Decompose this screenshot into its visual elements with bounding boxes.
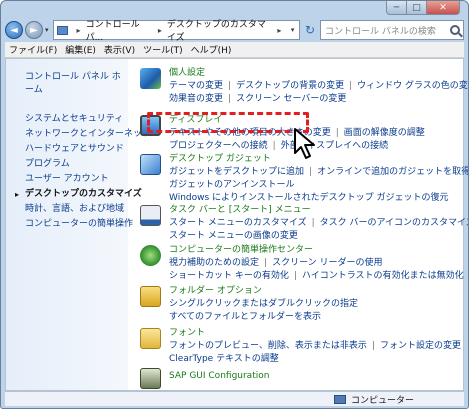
breadcrumb-separator[interactable]: ▸ xyxy=(158,26,162,35)
menu-tools[interactable]: ツール(T) xyxy=(139,43,187,56)
category-links: ClearType テキストの調整 xyxy=(169,351,279,364)
category-links: ショートカット キーの有効化 | ハイコントラストの有効化または無効化 xyxy=(169,271,464,281)
sidebar-item-hardware[interactable]: ハードウェアとサウンド xyxy=(6,142,128,157)
search-placeholder: コントロール パネルの検索 xyxy=(325,26,436,37)
category-links: シングルクリックまたはダブルクリックの指定 xyxy=(169,296,358,309)
link[interactable]: デスクトップの背景の変更 xyxy=(236,81,344,91)
category-title[interactable]: デスクトップ ガジェット xyxy=(169,151,271,164)
category-links: スタート メニューの画像の変更 xyxy=(169,228,298,241)
sidebar: コントロール パネル ホーム システムとセキュリティ ネットワークとインターネッ… xyxy=(6,59,151,390)
sidebar-home-link[interactable]: コントロール パネル ホーム xyxy=(6,69,128,95)
close-button[interactable]: ✕ xyxy=(426,1,460,15)
window-controls: ─ □ ✕ xyxy=(386,1,460,15)
link[interactable]: すべてのファイルとフォルダーを表示 xyxy=(169,312,321,322)
category-links: プロジェクターへの接続 | 外部ディスプレイへの接続 xyxy=(169,141,389,151)
menu-edit[interactable]: 編集(E) xyxy=(61,43,100,56)
link[interactable]: シングルクリックまたはダブルクリックの指定 xyxy=(169,299,358,309)
sap-gui-icon[interactable] xyxy=(140,368,161,389)
category-links: テーマの変更 | デスクトップの背景の変更 | ウィンドウ グラスの色の変更 xyxy=(169,78,468,91)
category-links: ガジェットのアンインストール xyxy=(169,177,294,190)
address-row: ◄ ► ▾ ▸ コントロール パ... ▸ デスクトップのカスタマイズ ▸ ▾ … xyxy=(5,17,464,43)
category-title[interactable]: タスク バーと [スタート] メニュー xyxy=(169,202,311,215)
category-links: 効果音の変更 | スクリーン セーバーの変更 xyxy=(169,94,347,104)
address-bar[interactable]: ▸ コントロール パ... ▸ デスクトップのカスタマイズ ▸ ▾ xyxy=(52,17,300,43)
category-folder-options: フォルダー オプション シングルクリックまたはダブルクリックの指定 すべてのファ… xyxy=(134,283,464,323)
mouse-pointer-icon xyxy=(294,128,315,159)
status-bar: コンピューター xyxy=(5,391,464,406)
link[interactable]: ハイコントラストの有効化または無効化 xyxy=(302,271,464,281)
personalization-icon[interactable] xyxy=(140,68,161,89)
menu-help[interactable]: ヘルプ(H) xyxy=(187,43,236,56)
sidebar-item-appearance: デスクトップのカスタマイズ xyxy=(6,187,142,202)
status-computer-label: コンピューター xyxy=(350,395,414,406)
breadcrumb-control-panel[interactable]: コントロール パ... xyxy=(86,17,153,43)
sidebar-item-network[interactable]: ネットワークとインターネット xyxy=(6,127,151,142)
search-input[interactable]: コントロール パネルの検索 xyxy=(320,20,464,40)
back-button[interactable]: ◄ xyxy=(5,21,23,39)
link[interactable]: ClearType テキストの調整 xyxy=(169,354,279,364)
link[interactable]: フォントのプレビュー、削除、表示または非表示 xyxy=(169,341,367,351)
link[interactable]: フォント設定の変更 xyxy=(380,341,461,351)
maximize-button[interactable]: □ xyxy=(406,1,426,15)
link[interactable]: オンラインで追加のガジェットを取得 xyxy=(317,167,468,177)
sidebar-item-system-security[interactable]: システムとセキュリティ xyxy=(6,112,128,127)
control-panel-icon xyxy=(56,25,68,35)
category-links: ガジェットをデスクトップに追加 | オンラインで追加のガジェットを取得 xyxy=(169,167,469,177)
search-icon[interactable] xyxy=(450,25,460,35)
breadcrumb-appearance[interactable]: デスクトップのカスタマイズ xyxy=(167,17,272,43)
category-links: スタート メニューのカスタマイズ | タスク バーのアイコンのカスタマイズ xyxy=(169,215,468,228)
computer-icon xyxy=(333,394,346,404)
link[interactable]: ショートカット キーの有効化 xyxy=(169,271,289,281)
forward-button[interactable]: ► xyxy=(25,21,43,39)
category-ease-of-access: コンピューターの簡単操作センター 視力補助のための設定 | スクリーン リーダーの使… xyxy=(134,242,464,282)
link[interactable]: 効果音の変更 xyxy=(169,94,223,104)
sidebar-item-clock-language[interactable]: 時計、言語、および地域 xyxy=(6,202,128,217)
folder-icon[interactable] xyxy=(140,286,161,307)
category-title[interactable]: SAP GUI Configuration xyxy=(169,371,269,381)
category-sap-gui: SAP GUI Configuration xyxy=(134,365,464,389)
link[interactable]: 視力補助のための設定 xyxy=(169,258,259,268)
sidebar-item-programs[interactable]: プログラム xyxy=(6,157,128,172)
link[interactable]: スクリーン リーダーの使用 xyxy=(272,258,382,268)
link[interactable]: タスク バーのアイコンのカスタマイズ xyxy=(320,218,468,228)
category-title[interactable]: フォント xyxy=(169,325,205,338)
refresh-button[interactable]: ↻ xyxy=(300,20,320,40)
category-personalization: 個人設定 テーマの変更 | デスクトップの背景の変更 | ウィンドウ グラスの色の変更 … xyxy=(134,65,468,109)
link[interactable]: スタート メニューの画像の変更 xyxy=(169,231,298,241)
sidebar-item-ease-of-access[interactable]: コンピューターの簡単操作 xyxy=(6,217,133,232)
link[interactable]: ガジェットのアンインストール xyxy=(169,180,294,190)
category-links: 視力補助のための設定 | スクリーン リーダーの使用 xyxy=(169,258,383,268)
recent-pages-dropdown[interactable]: ▾ xyxy=(45,26,49,34)
category-title[interactable]: 個人設定 xyxy=(169,65,205,78)
highlight-annotation xyxy=(147,112,309,133)
category-links: すべてのファイルとフォルダーを表示 xyxy=(169,309,321,322)
link[interactable]: ガジェットをデスクトップに追加 xyxy=(169,167,304,177)
taskbar-icon[interactable] xyxy=(140,205,161,226)
minimize-button[interactable]: ─ xyxy=(386,1,406,15)
link[interactable]: スタート メニューのカスタマイズ xyxy=(169,218,307,228)
fonts-folder-icon[interactable] xyxy=(140,328,161,349)
sidebar-item-user-accounts[interactable]: ユーザー アカウント xyxy=(6,172,128,187)
category-fonts: フォント フォントのプレビュー、削除、表示または非表示 | フォント設定の変更 Cl… xyxy=(134,325,464,365)
breadcrumb-separator[interactable]: ▸ xyxy=(77,26,81,35)
category-title[interactable]: フォルダー オプション xyxy=(169,283,262,296)
category-title[interactable]: コンピューターの簡単操作センター xyxy=(169,242,313,255)
link[interactable]: テーマの変更 xyxy=(169,81,223,91)
link[interactable]: ウィンドウ グラスの色の変更 xyxy=(357,81,468,91)
category-taskbar: タスク バーと [スタート] メニュー スタート メニューのカスタマイズ | タスク… xyxy=(134,202,468,242)
address-dropdown-button[interactable]: ▾ xyxy=(286,21,299,39)
control-panel-window: ─ □ ✕ ◄ ► ▾ ▸ コントロール パ... ▸ デスクトップのカスタマイ… xyxy=(0,0,469,409)
breadcrumb-separator[interactable]: ▸ xyxy=(277,26,281,35)
link[interactable]: 画面の解像度の調整 xyxy=(344,128,425,138)
link[interactable]: プロジェクターへの接続 xyxy=(169,141,268,151)
gadgets-icon[interactable] xyxy=(140,154,161,175)
menu-file[interactable]: ファイル(F) xyxy=(5,43,61,56)
category-links: フォントのプレビュー、削除、表示または非表示 | フォント設定の変更 xyxy=(169,341,461,351)
menu-bar: ファイル(F) 編集(E) 表示(V) ツール(T) ヘルプ(H) xyxy=(5,42,464,58)
link[interactable]: スクリーン セーバーの変更 xyxy=(236,94,346,104)
menu-view[interactable]: 表示(V) xyxy=(100,43,139,56)
ease-of-access-icon[interactable] xyxy=(140,245,161,266)
content-area: コントロール パネル ホーム システムとセキュリティ ネットワークとインターネッ… xyxy=(5,58,468,391)
